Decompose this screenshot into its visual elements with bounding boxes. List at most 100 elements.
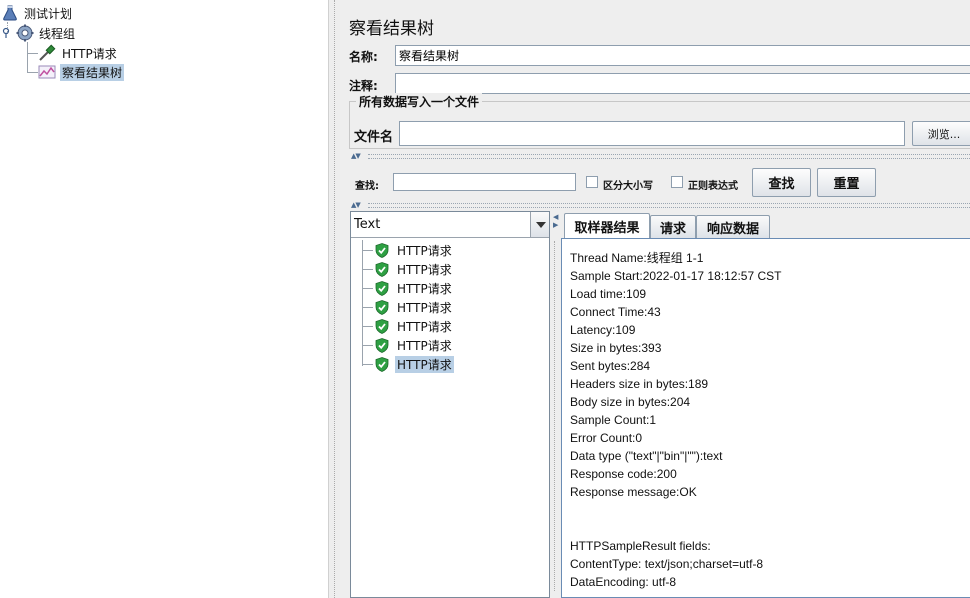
- success-shield-icon: [375, 280, 389, 296]
- name-label: 名称:: [349, 50, 378, 64]
- result-tabs: 取样器结果 请求 响应数据 1 2 3 Thread Name:线程组 1-1S…: [560, 211, 970, 598]
- result-line: Headers size in bytes:189: [570, 377, 709, 391]
- result-line: Latency:109: [570, 323, 636, 337]
- collapse-arrows-icon[interactable]: ▲▼: [351, 201, 361, 209]
- regex-label: 正则表达式: [688, 181, 738, 192]
- collapse-arrows-icon[interactable]: ▲▼: [351, 152, 361, 160]
- tree-node-label: 察看结果树: [60, 63, 125, 81]
- tab-response-data[interactable]: 响应数据: [696, 215, 770, 238]
- splitter-grip[interactable]: [554, 241, 556, 591]
- flask-icon: [3, 5, 17, 21]
- tree-connector: [27, 72, 38, 73]
- result-line: Connect Time:43: [570, 305, 661, 319]
- tree-node-http-request[interactable]: HTTP请求: [38, 44, 119, 62]
- result-line: [570, 501, 970, 519]
- page-title: 察看结果树: [349, 19, 434, 39]
- tree-connector: [363, 364, 373, 365]
- tree-connector: [363, 345, 373, 346]
- test-plan-tree[interactable]: 测试计划 线程组 HTTP请求 察看结果树: [0, 0, 328, 598]
- result-line: Data type ("text"|"bin"|""):text: [570, 449, 723, 463]
- result-line: Response message:OK: [570, 485, 697, 499]
- success-shield-icon: [375, 299, 389, 315]
- result-line: Thread Name:线程组 1-1: [570, 251, 704, 265]
- chevron-down-icon[interactable]: [530, 212, 549, 237]
- result-label: HTTP请求: [397, 262, 452, 277]
- regex-checkbox[interactable]: [671, 176, 683, 188]
- result-line: Body size in bytes:204: [570, 395, 691, 409]
- renderer-value: Text: [354, 217, 381, 232]
- success-shield-icon: [375, 318, 389, 334]
- case-sensitive-label: 区分大小写: [603, 181, 653, 192]
- result-line: HTTPSampleResult fields:: [570, 539, 711, 553]
- pipette-icon: [39, 44, 56, 61]
- divider: [368, 154, 970, 159]
- comment-field[interactable]: [395, 73, 970, 94]
- tree-node-label: HTTP请求: [62, 46, 117, 61]
- file-output-group: 所有数据写入一个文件 文件名 浏览...: [349, 93, 970, 149]
- tree-connector: [362, 240, 363, 366]
- tree-connector: [363, 288, 373, 289]
- result-row[interactable]: HTTP请求: [363, 241, 454, 259]
- collapse-arrows-icon[interactable]: ◀ ▶: [553, 213, 558, 229]
- reset-button[interactable]: 重置: [817, 168, 876, 197]
- result-row[interactable]: HTTP请求: [363, 279, 454, 297]
- divider: [368, 203, 970, 208]
- search-input[interactable]: [393, 173, 576, 191]
- splitter-grip[interactable]: [334, 0, 336, 598]
- gear-icon: [16, 24, 34, 42]
- result-row[interactable]: HTTP请求: [363, 336, 454, 354]
- result-line: Response code:200: [570, 467, 677, 481]
- tree-connector: [363, 326, 373, 327]
- success-shield-icon: [375, 356, 389, 372]
- result-line: Sample Start:2022-01-17 18:12:57 CST: [570, 269, 782, 283]
- success-shield-icon: [375, 337, 389, 353]
- results-list-panel: Text HTTP请求 HTTP请求 HTTP请求 HTTP请求 HTTP请求 HTTP请…: [350, 211, 550, 598]
- chart-icon: [38, 65, 56, 79]
- sampler-result-text[interactable]: Thread Name:线程组 1-1 Sample Start:2022-01-…: [561, 238, 970, 598]
- tree-connector: [363, 250, 373, 251]
- tree-node-test-plan[interactable]: 测试计划: [2, 4, 74, 22]
- result-row[interactable]: HTTP请求: [363, 355, 454, 373]
- result-label: HTTP请求: [397, 319, 452, 334]
- result-line: Sent bytes:284: [570, 359, 651, 373]
- result-label: HTTP请求: [397, 338, 452, 353]
- tree-connector: [27, 42, 28, 72]
- success-shield-icon: [375, 261, 389, 277]
- filename-field[interactable]: [399, 121, 905, 146]
- tree-node-label: 测试计划: [24, 6, 73, 21]
- result-label: HTTP请求: [397, 300, 452, 315]
- file-group-title: 所有数据写入一个文件: [356, 93, 483, 110]
- result-line: Load time:109: [570, 287, 647, 301]
- case-sensitive-checkbox[interactable]: [586, 176, 598, 188]
- name-field[interactable]: [395, 45, 970, 66]
- result-label: HTTP请求: [397, 243, 452, 258]
- main-splitter[interactable]: [328, 0, 340, 598]
- result-label: HTTP请求: [397, 281, 452, 296]
- result-line: ContentType: text/json;charset=utf-8: [570, 557, 764, 571]
- browse-button[interactable]: 浏览...: [912, 121, 970, 146]
- result-line: DataEncoding: utf-8: [570, 575, 677, 589]
- result-row[interactable]: HTTP请求: [363, 260, 454, 278]
- tree-node-view-results-tree[interactable]: 察看结果树: [38, 63, 125, 81]
- result-row[interactable]: HTTP请求: [363, 317, 454, 335]
- result-line: [570, 519, 970, 537]
- tab-sampler-result[interactable]: 取样器结果: [564, 213, 650, 238]
- renderer-select[interactable]: Text: [351, 212, 549, 238]
- tab-request[interactable]: 请求: [650, 215, 696, 238]
- tree-connector: [363, 307, 373, 308]
- search-label: 查找:: [355, 181, 379, 192]
- result-row[interactable]: HTTP请求: [363, 298, 454, 316]
- filename-label: 文件名: [354, 130, 394, 145]
- expand-toggle-icon[interactable]: [2, 26, 14, 40]
- result-line: Sample Count:1: [570, 413, 657, 427]
- find-button[interactable]: 查找: [752, 168, 811, 197]
- result-label: HTTP请求: [395, 355, 454, 373]
- comment-label: 注释:: [349, 79, 378, 93]
- tree-node-label: 线程组: [39, 26, 76, 41]
- tree-connector: [363, 269, 373, 270]
- result-line: Error Count:0: [570, 431, 643, 445]
- success-shield-icon: [375, 242, 389, 258]
- result-line: Size in bytes:393: [570, 341, 662, 355]
- tree-node-thread-group[interactable]: 线程组: [2, 24, 77, 42]
- results-splitter[interactable]: ◀ ▶: [550, 211, 560, 598]
